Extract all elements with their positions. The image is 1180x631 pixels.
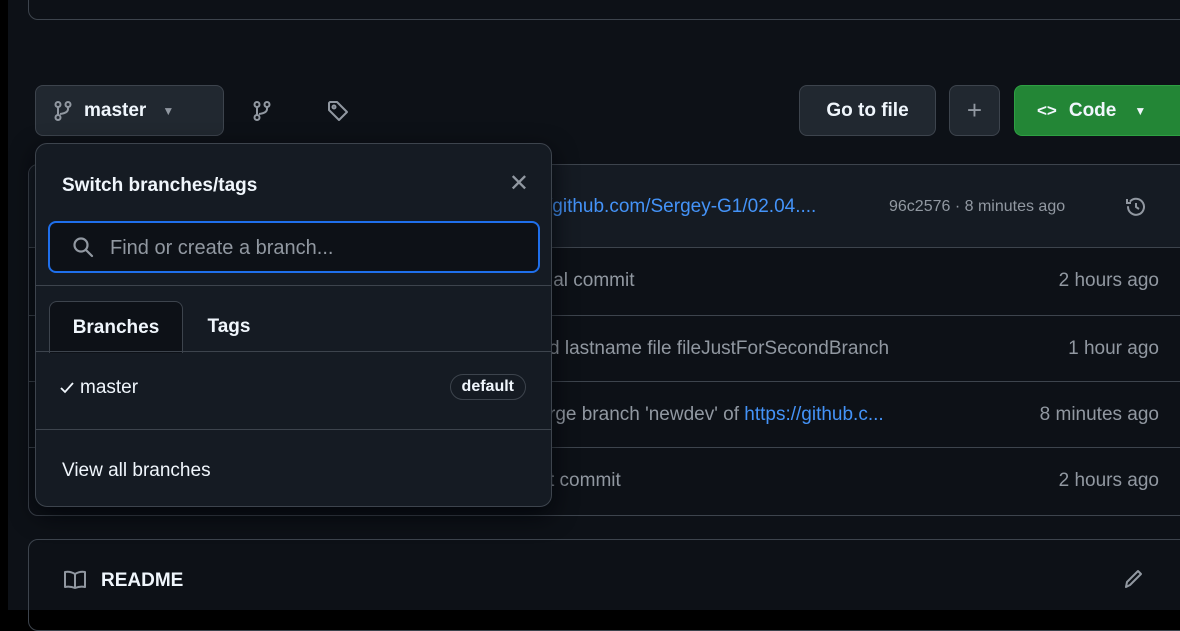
git-branch-icon	[54, 100, 72, 121]
tab-tags[interactable]: Tags	[186, 301, 272, 352]
dropdown-title: Switch branches/tags	[62, 175, 258, 196]
view-all-branches-link[interactable]: View all branches	[62, 460, 211, 482]
tab-tags-label: Tags	[207, 315, 251, 337]
commit-time: 1 hour ago	[1068, 338, 1159, 359]
commit-time: 2 hours ago	[1058, 470, 1159, 491]
book-icon	[63, 570, 87, 596]
branch-select-button[interactable]: master ▼	[35, 85, 224, 136]
branch-select-label: master	[84, 99, 147, 121]
add-file-button[interactable]: +	[949, 85, 1000, 136]
tag-icon[interactable]	[323, 96, 353, 126]
top-panel	[28, 0, 1180, 20]
tab-branches[interactable]: Branches	[49, 301, 183, 353]
commit-message-text: rge branch 'newdev' of	[549, 404, 745, 425]
go-to-file-button[interactable]: Go to file	[799, 85, 936, 136]
caret-down-icon: ▼	[1134, 103, 1147, 118]
check-icon	[60, 379, 74, 401]
code-icon: <>	[1037, 100, 1057, 120]
history-icon[interactable]	[1124, 195, 1148, 225]
commit-hash-time[interactable]: 96c2576 · 8 minutes ago	[889, 198, 1065, 216]
tab-branches-label: Branches	[72, 316, 160, 338]
branch-item-master[interactable]: master default	[36, 352, 551, 428]
latest-commit-link[interactable]: /github.com/Sergey-G1/02.04....	[547, 196, 816, 218]
commit-message[interactable]: ial commit	[549, 270, 635, 292]
branch-name: master	[80, 377, 139, 398]
commit-time: 2 hours ago	[1058, 270, 1159, 291]
branch-search-field[interactable]	[48, 221, 540, 273]
code-label: Code	[1068, 99, 1117, 121]
edit-pencil-icon[interactable]	[1123, 568, 1143, 596]
divider	[36, 285, 551, 286]
branches-link-icon[interactable]	[247, 96, 277, 126]
readme-title[interactable]: README	[101, 570, 183, 592]
commit-time: 8 minutes ago	[1039, 404, 1159, 425]
code-button[interactable]: <> Code ▼	[1014, 85, 1180, 136]
commit-message[interactable]: d lastname file fileJustForSecondBranch	[549, 338, 889, 360]
go-to-file-label: Go to file	[826, 99, 909, 121]
branch-search-input[interactable]	[108, 223, 512, 273]
commit-message[interactable]: rge branch 'newdev' of https://github.c.…	[549, 404, 884, 426]
plus-icon: +	[966, 95, 983, 125]
default-badge: default	[449, 374, 526, 400]
divider	[36, 429, 551, 430]
commit-message[interactable]: t commit	[549, 470, 621, 492]
branch-dropdown: Switch branches/tags ✕ Branches Tags mas…	[35, 143, 552, 507]
readme-panel: README	[28, 539, 1180, 631]
caret-down-icon: ▼	[162, 103, 175, 118]
commit-message-link[interactable]: https://github.c...	[744, 404, 883, 425]
close-icon[interactable]: ✕	[509, 172, 529, 196]
search-icon	[72, 236, 94, 264]
